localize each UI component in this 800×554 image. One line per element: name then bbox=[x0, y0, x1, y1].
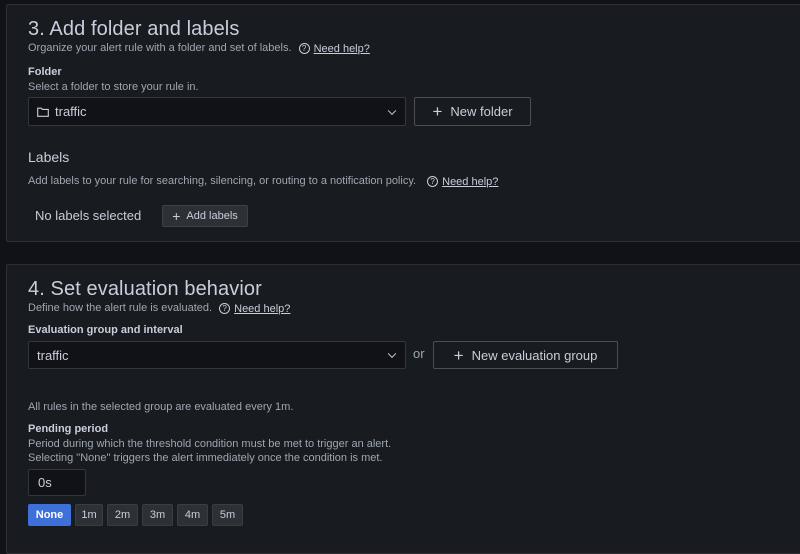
folder-icon bbox=[37, 107, 49, 117]
new-folder-button[interactable]: + New folder bbox=[414, 97, 531, 126]
evaluation-description-row: Define how the alert rule is evaluated. … bbox=[28, 302, 290, 315]
or-text: or bbox=[413, 346, 425, 361]
labels-description-row: Add labels to your rule for searching, s… bbox=[28, 175, 498, 188]
labels-heading: Labels bbox=[28, 149, 70, 165]
folder-select-value: traffic bbox=[55, 104, 87, 119]
pending-option-1m[interactable]: 1m bbox=[75, 504, 103, 526]
folder-section-description: Organize your alert rule with a folder a… bbox=[28, 42, 370, 55]
help-circle-icon: ? bbox=[219, 303, 231, 314]
evaluation-group-select[interactable]: traffic bbox=[28, 341, 406, 369]
plus-icon: + bbox=[432, 102, 443, 121]
evaluation-description: Define how the alert rule is evaluated. bbox=[28, 302, 213, 314]
no-labels-text: No labels selected bbox=[35, 208, 142, 223]
help-circle-icon: ? bbox=[427, 176, 439, 187]
pending-period-value: 0s bbox=[38, 475, 52, 490]
evaluation-group-value: traffic bbox=[37, 347, 69, 363]
pending-description-1: Period during which the threshold condit… bbox=[28, 438, 392, 450]
add-labels-label: Add labels bbox=[186, 210, 238, 222]
interval-note: All rules in the selected group are eval… bbox=[28, 401, 294, 413]
pending-option-3m[interactable]: 3m bbox=[142, 504, 173, 526]
pending-option-none[interactable]: None bbox=[28, 504, 71, 526]
folder-section-description-text: Organize your alert rule with a folder a… bbox=[28, 42, 292, 54]
pending-description-2: Selecting "None" triggers the alert imme… bbox=[28, 452, 383, 464]
folder-label: Folder bbox=[28, 66, 62, 78]
pending-period-input[interactable]: 0s bbox=[28, 469, 86, 496]
plus-icon: + bbox=[453, 345, 464, 365]
evaluation-help-text[interactable]: Need help? bbox=[234, 303, 290, 315]
pending-option-2m[interactable]: 2m bbox=[107, 504, 138, 526]
folder-help-link[interactable]: ? Need help? bbox=[298, 43, 370, 55]
evaluation-section-title: 4. Set evaluation behavior bbox=[28, 278, 262, 300]
labels-help-link[interactable]: ? Need help? bbox=[427, 176, 498, 188]
add-labels-button[interactable]: + Add labels bbox=[162, 205, 248, 227]
help-circle-icon: ? bbox=[298, 43, 310, 54]
evaluation-help-link[interactable]: ? Need help? bbox=[219, 303, 290, 315]
labels-help-text[interactable]: Need help? bbox=[442, 176, 498, 188]
pending-period-label: Pending period bbox=[28, 423, 109, 435]
folder-help-text[interactable]: Need help? bbox=[314, 43, 370, 55]
pending-option-5m[interactable]: 5m bbox=[212, 504, 243, 526]
folder-description: Select a folder to store your rule in. bbox=[28, 81, 199, 93]
folder-select[interactable]: traffic bbox=[28, 97, 406, 126]
labels-description: Add labels to your rule for searching, s… bbox=[28, 175, 417, 187]
new-evaluation-group-button[interactable]: + New evaluation group bbox=[433, 341, 618, 369]
new-folder-label: New folder bbox=[450, 104, 513, 119]
chevron-down-icon bbox=[387, 106, 397, 115]
new-evaluation-group-label: New evaluation group bbox=[471, 347, 598, 363]
evaluation-group-label: Evaluation group and interval bbox=[28, 324, 183, 336]
chevron-down-icon bbox=[387, 349, 397, 359]
plus-icon: + bbox=[172, 208, 181, 224]
folder-section-title: 3. Add folder and labels bbox=[28, 18, 240, 40]
pending-option-4m[interactable]: 4m bbox=[177, 504, 208, 526]
